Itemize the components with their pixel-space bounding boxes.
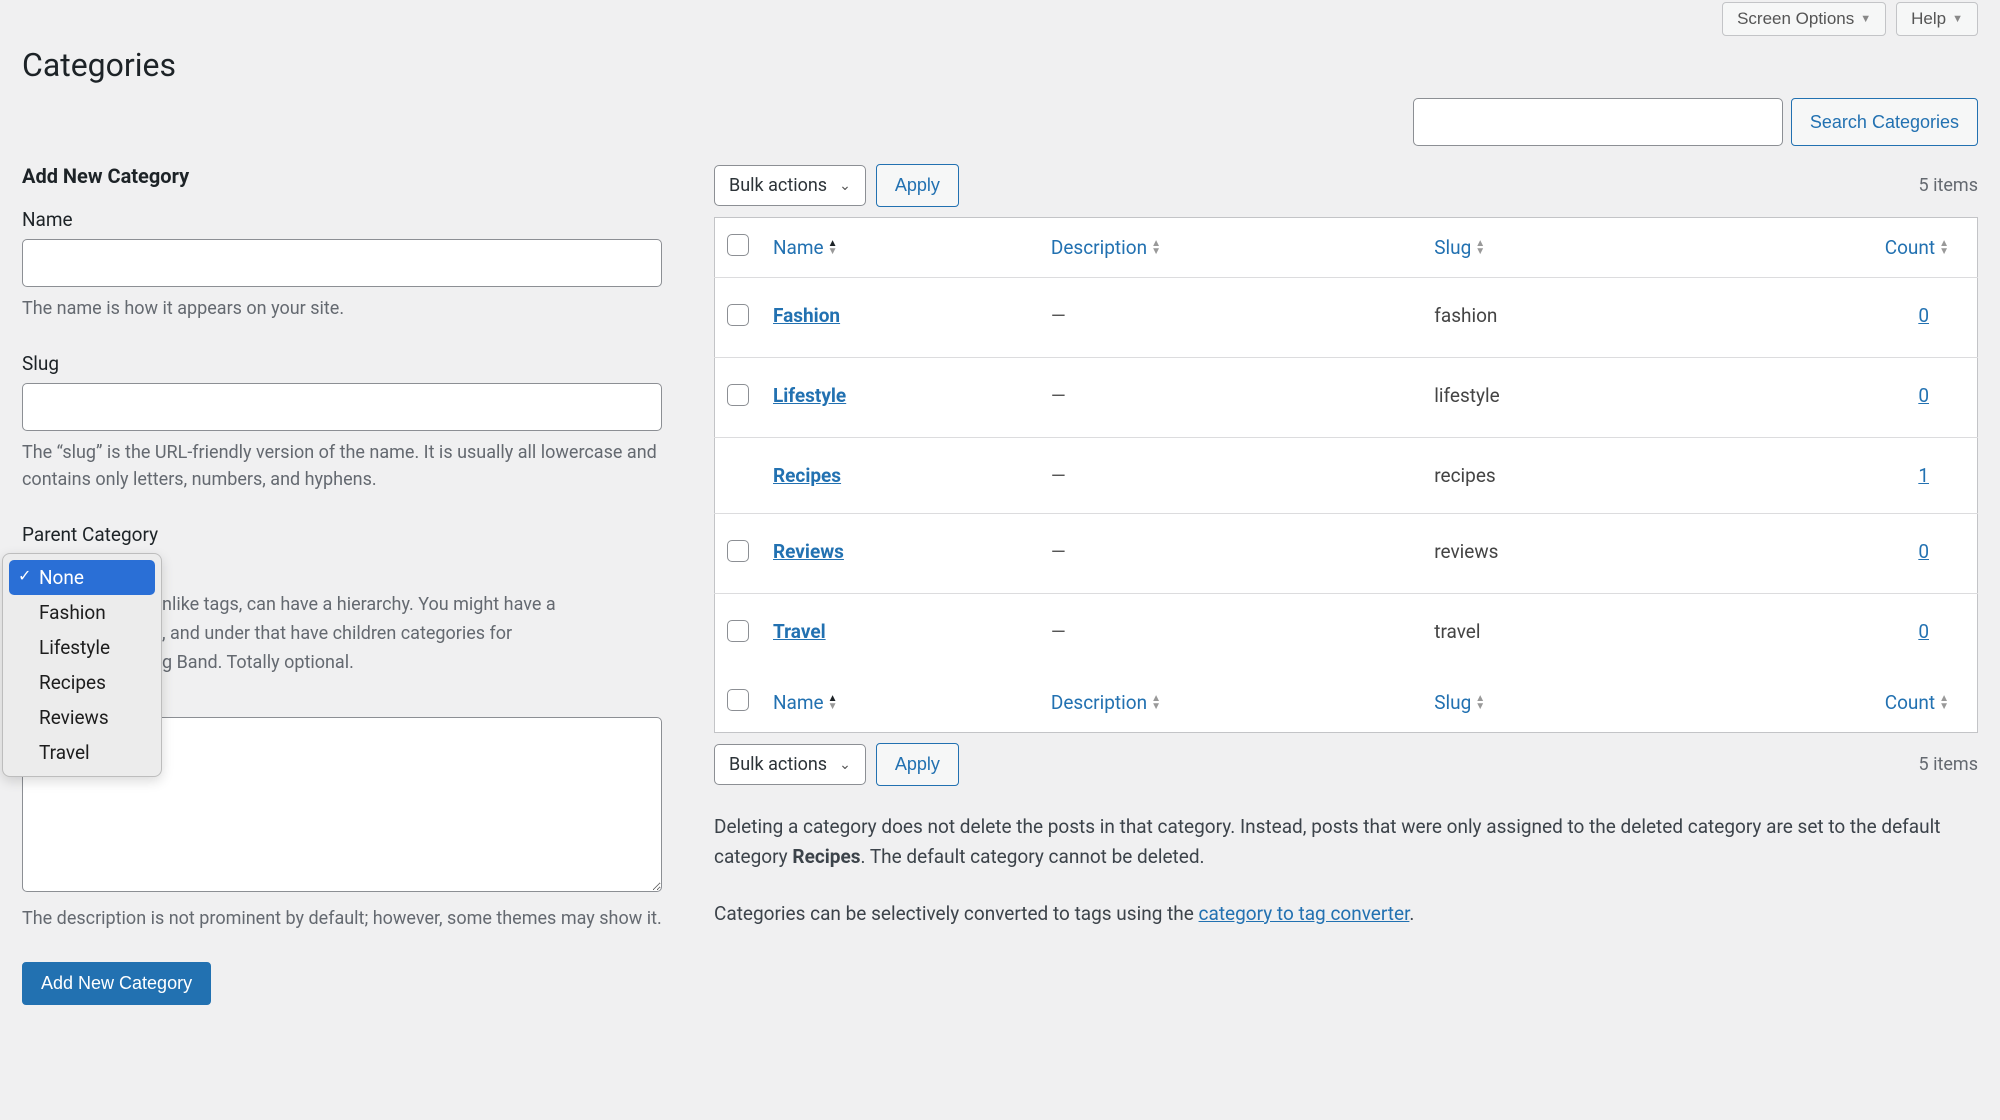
sort-icon: ▲▼: [1475, 240, 1485, 256]
select-all-checkbox-bottom[interactable]: [727, 689, 749, 711]
search-categories-button[interactable]: Search Categories: [1791, 98, 1978, 146]
col-count-footer[interactable]: Count▲▼: [1885, 691, 1949, 714]
items-count-top: 5 items: [1919, 175, 1978, 196]
page-title: Categories: [22, 46, 1978, 84]
row-slug: reviews: [1434, 540, 1498, 563]
sort-icon: ▲▼: [828, 240, 838, 256]
row-description: —: [1051, 464, 1066, 487]
table-row: Travel — travel 0: [715, 594, 1978, 674]
row-checkbox[interactable]: [727, 304, 749, 326]
parent-option-reviews[interactable]: Reviews: [9, 700, 155, 735]
row-checkbox[interactable]: [727, 540, 749, 562]
categories-table: Name▲▼ Description▲▼ Slug▲▼ Count▲▼ Fash…: [714, 217, 1978, 733]
screen-options-label: Screen Options: [1737, 9, 1854, 29]
help-button[interactable]: Help ▼: [1896, 2, 1978, 36]
row-name-link[interactable]: Fashion: [773, 304, 840, 327]
parent-option-none[interactable]: None: [9, 560, 155, 595]
bulk-actions-select-bottom[interactable]: Bulk actions ⌄: [714, 744, 866, 785]
caret-down-icon: ▼: [1860, 13, 1871, 25]
bulk-actions-select-top[interactable]: Bulk actions ⌄: [714, 165, 866, 206]
table-row: Lifestyle — lifestyle 0: [715, 358, 1978, 438]
row-count-link[interactable]: 0: [1918, 540, 1929, 563]
parent-dropdown: None Fashion Lifestyle Recipes Reviews T…: [2, 553, 162, 777]
row-description: —: [1051, 540, 1066, 563]
bulk-actions-label: Bulk actions: [729, 754, 827, 775]
row-checkbox[interactable]: [727, 384, 749, 406]
category-to-tag-link[interactable]: category to tag converter: [1199, 902, 1410, 925]
sort-icon: ▲▼: [828, 695, 838, 711]
name-input[interactable]: [22, 239, 662, 287]
row-name-link[interactable]: Recipes: [773, 464, 841, 487]
col-slug-footer[interactable]: Slug▲▼: [1434, 691, 1485, 714]
row-name-link[interactable]: Lifestyle: [773, 384, 846, 407]
sort-icon: ▲▼: [1151, 695, 1161, 711]
parent-label: Parent Category: [22, 523, 662, 546]
row-slug: lifestyle: [1434, 384, 1499, 407]
delete-note: Deleting a category does not delete the …: [714, 812, 1978, 873]
parent-option-travel[interactable]: Travel: [9, 735, 155, 770]
row-checkbox[interactable]: [727, 620, 749, 642]
row-count-link[interactable]: 0: [1918, 304, 1929, 327]
caret-down-icon: ▼: [1952, 13, 1963, 25]
col-count-header[interactable]: Count▲▼: [1885, 236, 1949, 259]
table-row: Fashion — fashion 0: [715, 278, 1978, 358]
row-slug: fashion: [1434, 304, 1497, 327]
bulk-actions-label: Bulk actions: [729, 175, 827, 196]
add-new-category-button[interactable]: Add New Category: [22, 962, 211, 1005]
chevron-down-icon: ⌄: [839, 757, 851, 773]
col-description-header[interactable]: Description▲▼: [1051, 236, 1161, 259]
add-new-heading: Add New Category: [22, 164, 662, 188]
screen-options-button[interactable]: Screen Options ▼: [1722, 2, 1886, 36]
row-count-link[interactable]: 0: [1918, 620, 1929, 643]
items-count-bottom: 5 items: [1919, 754, 1978, 775]
description-help: The description is not prominent by defa…: [22, 905, 662, 932]
name-help: The name is how it appears on your site.: [22, 295, 662, 322]
sort-icon: ▲▼: [1475, 695, 1485, 711]
apply-button-bottom[interactable]: Apply: [876, 743, 959, 786]
name-label: Name: [22, 208, 662, 231]
convert-note: Categories can be selectively converted …: [714, 899, 1978, 929]
select-all-checkbox-top[interactable]: [727, 234, 749, 256]
sort-icon: ▲▼: [1151, 240, 1161, 256]
col-name-header[interactable]: Name▲▼: [773, 236, 838, 259]
search-input[interactable]: [1413, 98, 1783, 146]
col-name-footer[interactable]: Name▲▼: [773, 691, 838, 714]
row-count-link[interactable]: 1: [1918, 464, 1929, 487]
row-slug: travel: [1434, 620, 1480, 643]
chevron-down-icon: ⌄: [839, 178, 851, 194]
row-description: —: [1051, 384, 1066, 407]
row-count-link[interactable]: 0: [1918, 384, 1929, 407]
parent-option-recipes[interactable]: Recipes: [9, 665, 155, 700]
apply-button-top[interactable]: Apply: [876, 164, 959, 207]
sort-icon: ▲▼: [1939, 240, 1949, 256]
slug-input[interactable]: [22, 383, 662, 431]
table-row: Recipes — recipes 1: [715, 438, 1978, 514]
help-label: Help: [1911, 9, 1946, 29]
row-name-link[interactable]: Travel: [773, 620, 826, 643]
slug-help: The “slug” is the URL-friendly version o…: [22, 439, 662, 493]
parent-option-fashion[interactable]: Fashion: [9, 595, 155, 630]
row-description: —: [1051, 304, 1066, 327]
row-slug: recipes: [1434, 464, 1495, 487]
parent-option-lifestyle[interactable]: Lifestyle: [9, 630, 155, 665]
row-description: —: [1051, 620, 1066, 643]
row-name-link[interactable]: Reviews: [773, 540, 844, 563]
col-slug-header[interactable]: Slug▲▼: [1434, 236, 1485, 259]
col-description-footer[interactable]: Description▲▼: [1051, 691, 1161, 714]
table-row: Reviews — reviews 0: [715, 514, 1978, 594]
slug-label: Slug: [22, 352, 662, 375]
sort-icon: ▲▼: [1939, 695, 1949, 711]
